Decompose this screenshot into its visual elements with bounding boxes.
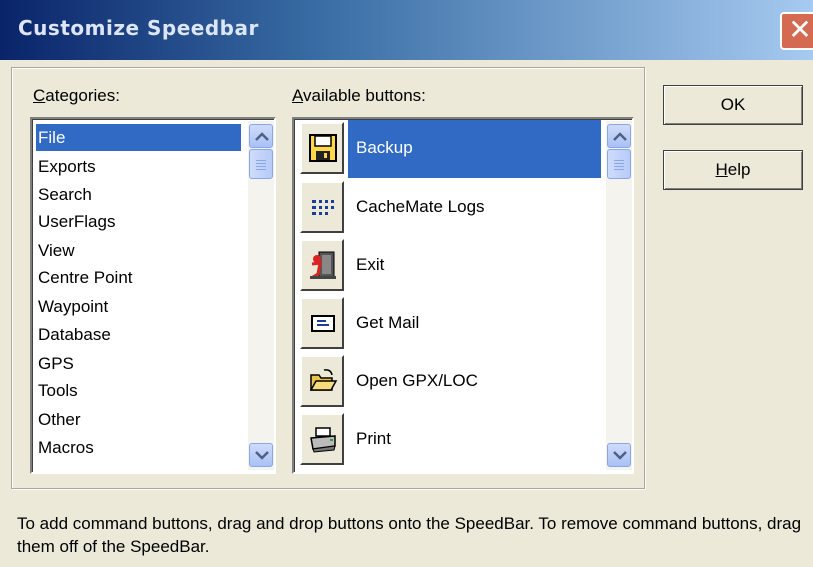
title-bar[interactable]: Customize Speedbar ✕ (0, 0, 813, 60)
category-item-exports[interactable]: Exports (36, 153, 241, 180)
category-item-view[interactable]: View (36, 237, 241, 264)
button-label: Print (356, 429, 391, 448)
get-mail-icon-button (300, 297, 344, 349)
dotted-list-icon (312, 200, 334, 215)
available-button-print[interactable]: Print (296, 411, 606, 469)
scroll-thumb[interactable] (607, 149, 631, 179)
list-item-label: Waypoint (38, 297, 109, 316)
category-item-database[interactable]: Database (36, 321, 241, 348)
category-item-file[interactable]: File (36, 124, 241, 151)
help-button[interactable]: Help (663, 150, 803, 190)
categories-listbox[interactable]: File Exports Search UserFlags View Centr… (30, 117, 276, 474)
button-label: CacheMate Logs (356, 197, 485, 216)
chevron-up-icon (255, 132, 269, 141)
list-item-label: UserFlags (38, 212, 116, 231)
window-title: Customize Speedbar (18, 16, 259, 40)
list-item-label: Macros (38, 438, 94, 457)
button-label: Exit (356, 255, 385, 274)
close-button[interactable]: ✕ (780, 12, 813, 50)
list-item-label: Exports (38, 157, 96, 176)
scroll-down-button[interactable] (607, 443, 631, 467)
list-item-label: GPS (38, 354, 74, 373)
scroll-thumb[interactable] (249, 149, 273, 179)
category-item-macros[interactable]: Macros (36, 434, 241, 461)
instructions-text: To add command buttons, drag and drop bu… (17, 514, 802, 556)
category-item-tools[interactable]: Tools (36, 377, 241, 404)
available-button-cachemate-logs[interactable]: CacheMate Logs (296, 179, 606, 237)
category-item-centre-point[interactable]: Centre Point (36, 264, 241, 291)
category-item-search[interactable]: Search (36, 181, 241, 208)
scroll-up-button[interactable] (607, 124, 631, 148)
close-icon: ✕ (788, 13, 812, 46)
available-buttons-scrollbar[interactable] (606, 121, 632, 470)
list-item-label: Database (38, 325, 111, 344)
available-button-exit[interactable]: Exit (296, 237, 606, 295)
scroll-down-button[interactable] (249, 443, 273, 467)
chevron-up-icon (613, 132, 627, 141)
exit-icon-button (300, 239, 344, 291)
available-buttons-label: Available buttons: (292, 86, 426, 105)
list-item-label: Other (38, 410, 81, 429)
exit-door-icon (310, 251, 336, 279)
list-item-label: Tools (38, 381, 78, 400)
cachemate-logs-icon-button (300, 181, 344, 233)
print-icon-button (300, 413, 344, 465)
chevron-down-icon (255, 451, 269, 460)
ok-button-label: OK (720, 95, 746, 114)
button-label: Get Mail (356, 313, 420, 332)
help-button-label: Help (715, 160, 751, 179)
open-gpx-loc-icon-button (300, 355, 344, 407)
list-item-label: Search (38, 185, 92, 204)
scroll-up-button[interactable] (249, 124, 273, 148)
mail-envelope-icon (311, 315, 335, 332)
available-button-backup[interactable]: Backup (296, 120, 606, 178)
button-label: Open GPX/LOC (356, 371, 478, 390)
open-folder-icon (309, 369, 338, 391)
list-item-label: Centre Point (38, 268, 133, 287)
category-item-other[interactable]: Other (36, 406, 241, 433)
categories-label: Categories: (33, 86, 120, 105)
printer-icon (310, 427, 336, 453)
categories-scrollbar[interactable] (248, 121, 274, 470)
list-item-label: View (38, 241, 75, 260)
available-button-get-mail[interactable]: Get Mail (296, 295, 606, 353)
list-item-label: File (38, 128, 66, 147)
available-buttons-listbox[interactable]: Backup CacheMate Logs Exit Get Mail Open… (292, 117, 634, 474)
button-label: Backup (356, 138, 413, 157)
available-button-open-gpx-loc[interactable]: Open GPX/LOC (296, 353, 606, 411)
category-item-waypoint[interactable]: Waypoint (36, 293, 241, 320)
backup-icon-button (300, 122, 344, 174)
ok-button[interactable]: OK (663, 85, 803, 125)
chevron-down-icon (613, 451, 627, 460)
category-item-userflags[interactable]: UserFlags (36, 208, 241, 235)
category-item-gps[interactable]: GPS (36, 350, 241, 377)
floppy-disk-icon (309, 134, 337, 162)
